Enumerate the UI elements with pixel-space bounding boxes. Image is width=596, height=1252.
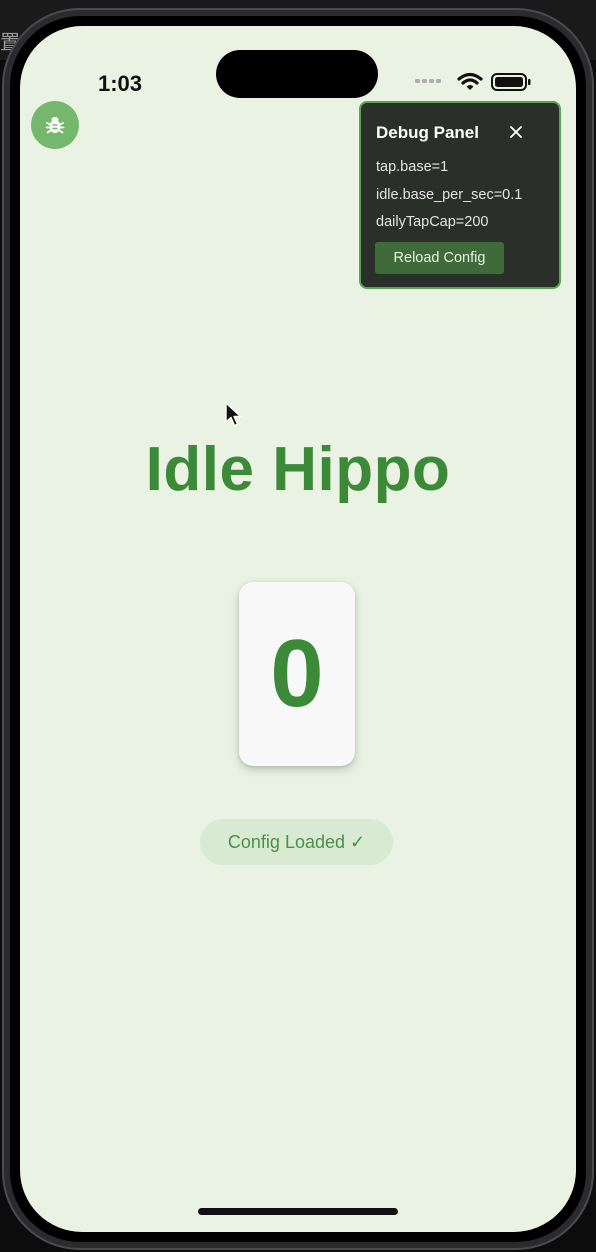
phone-frame: 1:03 Debug Panel tap.base=1 idle.base_pe… xyxy=(2,8,594,1250)
dynamic-island xyxy=(216,50,378,98)
debug-toggle-button[interactable] xyxy=(31,101,79,149)
battery-icon xyxy=(491,73,531,91)
tap-counter-card[interactable]: 0 xyxy=(239,582,355,766)
reload-config-button[interactable]: Reload Config xyxy=(375,242,504,274)
home-indicator[interactable] xyxy=(198,1208,398,1215)
bug-icon xyxy=(45,117,65,134)
config-line-tap-base: tap.base=1 xyxy=(376,159,449,175)
wifi-icon xyxy=(457,72,483,90)
status-icons xyxy=(413,70,533,94)
phone-bezel: 1:03 Debug Panel tap.base=1 idle.base_pe… xyxy=(10,16,586,1242)
config-line-daily-tap-cap: dailyTapCap=200 xyxy=(376,214,489,230)
debug-panel-title: Debug Panel xyxy=(376,123,479,142)
debug-panel-close-button[interactable] xyxy=(505,121,527,143)
debug-panel: Debug Panel tap.base=1 idle.base_per_sec… xyxy=(359,101,561,289)
close-icon xyxy=(510,126,522,138)
status-time: 1:03 xyxy=(98,71,143,96)
app-title: Idle Hippo xyxy=(145,435,451,504)
signal-icon xyxy=(415,79,441,83)
config-line-idle-base: idle.base_per_sec=0.1 xyxy=(376,187,523,203)
mouse-cursor-icon xyxy=(225,402,242,427)
app-screen: 1:03 Debug Panel tap.base=1 idle.base_pe… xyxy=(20,26,576,1232)
config-status-chip: Config Loaded ✓ xyxy=(200,819,393,865)
counter-value: 0 xyxy=(270,620,324,727)
